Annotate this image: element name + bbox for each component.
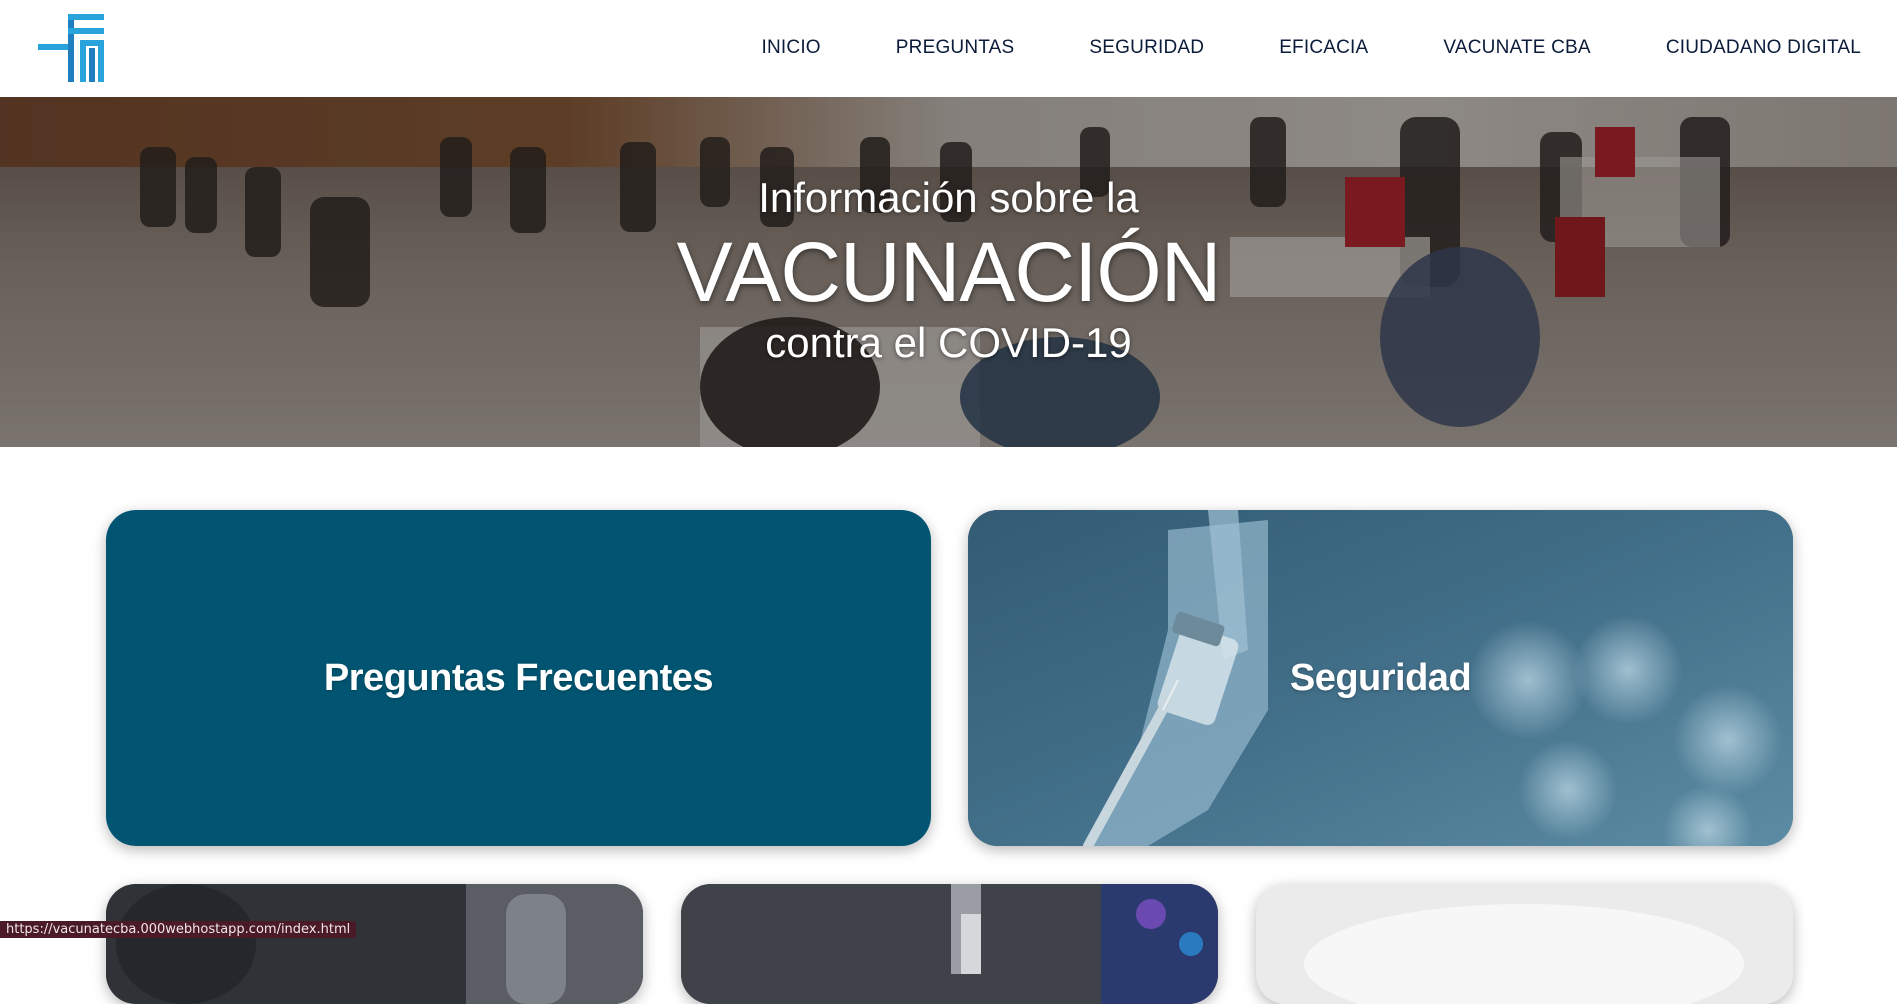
hero-line-covid: contra el COVID-19: [765, 319, 1132, 366]
seguridad-card[interactable]: Seguridad: [968, 510, 1793, 846]
vaccine-bottle-photo: [681, 884, 1218, 1004]
hero-banner: Información sobre la VACUNACIÓN contra e…: [0, 97, 1897, 447]
nav-link-seguridad[interactable]: SEGURIDAD: [1089, 37, 1204, 59]
ciudadano-digital-card[interactable]: [1256, 884, 1793, 1004]
doctor-photo: [106, 884, 643, 1004]
faq-card[interactable]: Preguntas Frecuentes: [106, 510, 931, 846]
vacunate-cba-card[interactable]: [681, 884, 1218, 1004]
nav-link-eficacia[interactable]: EFICACIA: [1279, 37, 1368, 59]
hero-line-info: Información sobre la: [758, 174, 1139, 221]
faq-card-label: Preguntas Frecuentes: [323, 656, 714, 699]
status-bar-url: https://vacunatecba.000webhostapp.com/in…: [0, 921, 357, 938]
nav-link-inicio[interactable]: INICIO: [762, 37, 821, 59]
light-background-photo: [1256, 884, 1793, 1004]
seguridad-card-label: Seguridad: [1289, 656, 1472, 699]
eficacia-card[interactable]: [106, 884, 643, 1004]
nav-link-preguntas[interactable]: PREGUNTAS: [896, 37, 1015, 59]
nav-link-vacunate-cba[interactable]: VACUNATE CBA: [1443, 37, 1590, 59]
nav-link-ciudadano-digital[interactable]: CIUDADANO DIGITAL: [1666, 37, 1861, 59]
hero-line-vacunacion: VACUNACIÓN: [676, 225, 1222, 319]
main-nav: INICIO PREGUNTAS SEGURIDAD EFICACIA VACU…: [762, 0, 1861, 95]
site-header: INICIO PREGUNTAS SEGURIDAD EFICACIA VACU…: [0, 0, 1897, 97]
cf-monogram-logo[interactable]: [38, 14, 108, 82]
hero-heading: Información sobre la VACUNACIÓN contra e…: [0, 97, 1897, 447]
